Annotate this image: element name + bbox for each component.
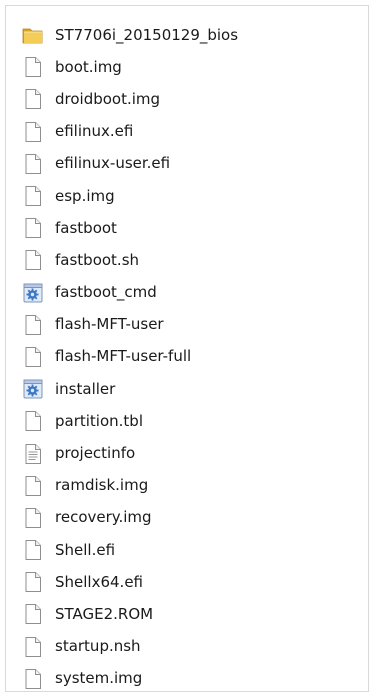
file-item[interactable]: ST7706i_20150129_bios: [20, 19, 238, 51]
file-icon: [25, 636, 41, 657]
file-name: boot.img: [55, 57, 122, 76]
file-icon: [25, 475, 41, 496]
file-item[interactable]: installer: [20, 373, 238, 405]
file-icon: [25, 57, 41, 78]
file-icon: [25, 186, 41, 207]
file-item[interactable]: Shell.efi: [20, 534, 238, 566]
file-icon: [25, 153, 41, 174]
file-icon: [25, 250, 41, 271]
file-item[interactable]: fastboot: [20, 212, 238, 244]
file-item[interactable]: flash-MFT-user-full: [20, 341, 238, 373]
system-file-icon: [23, 283, 43, 303]
file-icon: [25, 507, 41, 528]
file-name: startup.nsh: [55, 637, 141, 656]
file-list: ST7706i_20150129_bios boot.img droidboot…: [20, 19, 238, 695]
file-item[interactable]: system.img: [20, 663, 238, 695]
file-item[interactable]: STAGE2.ROM: [20, 598, 238, 630]
file-name: recovery.img: [55, 508, 152, 527]
file-item[interactable]: efilinux-user.efi: [20, 148, 238, 180]
file-item[interactable]: partition.tbl: [20, 405, 238, 437]
file-icon: [25, 218, 41, 239]
file-item[interactable]: startup.nsh: [20, 631, 238, 663]
file-name: fastboot_cmd: [55, 283, 157, 302]
file-icon: [25, 604, 41, 625]
folder-icon: [22, 28, 43, 44]
file-icon: [25, 572, 41, 593]
file-item[interactable]: ramdisk.img: [20, 470, 238, 502]
file-name: Shell.efi: [55, 540, 116, 559]
file-name: esp.img: [55, 186, 115, 205]
file-name: efilinux.efi: [55, 122, 134, 141]
file-item[interactable]: projectinfo: [20, 437, 238, 469]
file-name: projectinfo: [55, 444, 136, 463]
file-item[interactable]: Shellx64.efi: [20, 566, 238, 598]
file-name: system.img: [55, 669, 143, 688]
file-name: ST7706i_20150129_bios: [55, 25, 239, 44]
file-name: STAGE2.ROM: [55, 604, 154, 623]
file-icon: [25, 346, 41, 367]
file-item[interactable]: fastboot.sh: [20, 244, 238, 276]
file-icon: [25, 121, 41, 142]
file-item[interactable]: droidboot.img: [20, 83, 238, 115]
file-item[interactable]: recovery.img: [20, 502, 238, 534]
file-item[interactable]: boot.img: [20, 51, 238, 83]
file-name: flash-MFT-user-full: [55, 347, 192, 366]
file-item[interactable]: efilinux.efi: [20, 116, 238, 148]
file-list-pane: ST7706i_20150129_bios boot.img droidboot…: [5, 5, 369, 692]
file-name: flash-MFT-user: [55, 315, 164, 334]
system-file-icon: [23, 379, 43, 399]
file-name: ramdisk.img: [55, 476, 149, 495]
file-name: Shellx64.efi: [55, 572, 144, 591]
file-name: partition.tbl: [55, 411, 144, 430]
file-icon: [25, 540, 41, 561]
file-name: fastboot: [55, 218, 117, 237]
text-file-icon: [25, 443, 41, 464]
file-name: installer: [55, 379, 116, 398]
file-item[interactable]: flash-MFT-user: [20, 309, 238, 341]
file-icon: [25, 314, 41, 335]
file-name: droidboot.img: [55, 89, 161, 108]
file-icon: [25, 411, 41, 432]
file-icon: [25, 668, 41, 689]
file-icon: [25, 89, 41, 110]
file-name: efilinux-user.efi: [55, 154, 171, 173]
file-name: fastboot.sh: [55, 250, 140, 269]
file-item[interactable]: fastboot_cmd: [20, 277, 238, 309]
file-item[interactable]: esp.img: [20, 180, 238, 212]
